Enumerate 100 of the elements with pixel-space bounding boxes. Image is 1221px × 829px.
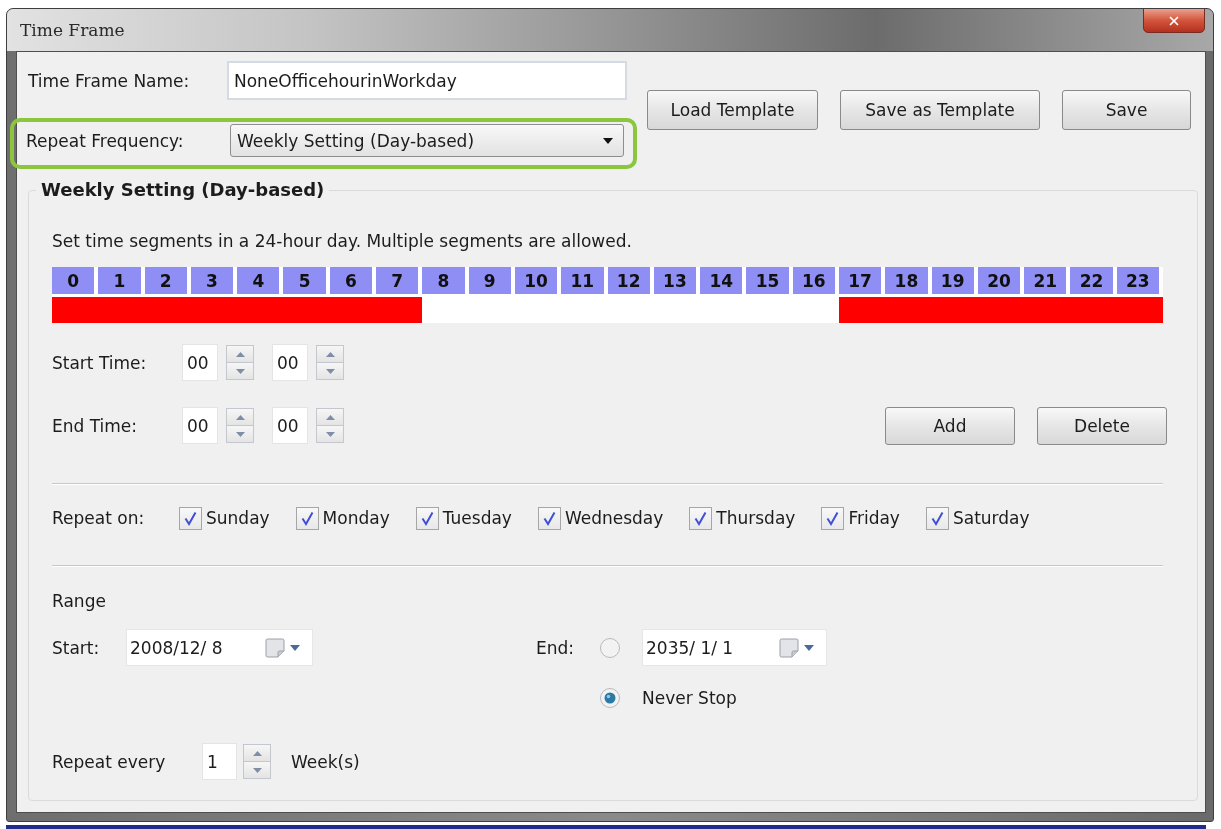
hour-label: 17 xyxy=(838,267,886,294)
hour-label: 23 xyxy=(1116,267,1163,294)
section-label: Range xyxy=(52,591,106,611)
caret-down-icon xyxy=(603,137,613,144)
up-triangle-icon xyxy=(235,351,245,357)
hour-label: 0 xyxy=(52,267,99,294)
field-label: Repeat every xyxy=(52,751,167,772)
hour-label: 8 xyxy=(422,267,469,294)
hour-label: 11 xyxy=(561,267,608,294)
spin-up-button[interactable] xyxy=(316,345,344,363)
day-label: Friday xyxy=(848,508,900,528)
interval-field[interactable]: 1 xyxy=(202,743,237,780)
hour-label: 19 xyxy=(931,267,978,294)
up-triangle-icon xyxy=(252,750,262,756)
spin-down-button[interactable] xyxy=(226,363,254,380)
hour-slot[interactable] xyxy=(376,294,423,323)
checkbox[interactable] xyxy=(925,506,949,530)
spin-up-button[interactable] xyxy=(316,408,344,426)
close-button[interactable] xyxy=(1143,9,1205,33)
caret-down-icon xyxy=(804,644,814,651)
down-triangle-icon xyxy=(325,368,335,374)
field-label: Repeat on: xyxy=(52,508,146,528)
hour-label: 10 xyxy=(514,267,562,294)
calendar-icon xyxy=(265,637,285,658)
hour-label: 3 xyxy=(190,267,238,294)
spin-down-button[interactable] xyxy=(243,762,271,779)
hour-field[interactable]: 00 xyxy=(182,407,218,444)
spin-down-button[interactable] xyxy=(316,426,344,443)
name-input[interactable]: NoneOfficehourinWorkday xyxy=(227,61,627,100)
hour-label: 13 xyxy=(653,267,701,294)
end-date-field[interactable]: 2035/ 1/ 1 xyxy=(642,629,827,666)
down-triangle-icon xyxy=(235,431,245,437)
spin-up-button[interactable] xyxy=(243,744,271,762)
window-title: Time Frame xyxy=(20,20,125,40)
checkbox[interactable] xyxy=(179,506,202,530)
toolbar-button[interactable]: Save as Template xyxy=(840,90,1040,130)
checkmark-icon xyxy=(825,510,841,526)
hour-label: 1 xyxy=(98,267,145,294)
day-label: Saturday xyxy=(952,508,1030,528)
up-triangle-icon xyxy=(325,351,335,357)
unit-label: Week(s) xyxy=(291,751,360,772)
field-label: Time Frame Name: xyxy=(28,70,191,91)
hour-slot[interactable] xyxy=(1116,294,1163,323)
checkmark-icon xyxy=(183,510,198,526)
minute-field[interactable]: 00 xyxy=(272,407,308,444)
hour-label: 15 xyxy=(746,267,793,294)
hour-label: 6 xyxy=(329,267,377,294)
radio-button[interactable] xyxy=(600,637,620,658)
start-date-field[interactable]: 2008/12/ 8 xyxy=(126,629,313,666)
radio-button[interactable] xyxy=(600,688,620,708)
checkmark-icon xyxy=(929,510,945,526)
up-triangle-icon xyxy=(235,414,245,420)
hour-label: 22 xyxy=(1070,267,1117,294)
checkbox[interactable] xyxy=(821,506,845,530)
checkmark-icon xyxy=(541,510,557,526)
down-triangle-icon xyxy=(235,368,245,374)
day-label: Wednesday xyxy=(564,508,664,528)
option-label: Never Stop xyxy=(642,688,737,708)
field-label: Repeat Frequency: xyxy=(26,130,185,151)
hour-slot[interactable] xyxy=(838,294,886,323)
segment-button[interactable]: Delete xyxy=(1037,406,1167,445)
up-triangle-icon xyxy=(325,414,335,420)
minute-field[interactable]: 00 xyxy=(272,344,308,381)
hour-label: 9 xyxy=(468,267,515,294)
day-label: Thursday xyxy=(716,508,796,528)
day-label: Tuesday xyxy=(442,508,512,528)
spin-up-button[interactable] xyxy=(226,408,254,426)
calendar-icon xyxy=(779,637,799,658)
down-triangle-icon xyxy=(252,767,262,773)
day-label: Monday xyxy=(322,508,390,528)
checkbox[interactable] xyxy=(537,506,561,530)
spin-up-button[interactable] xyxy=(226,345,254,363)
spin-down-button[interactable] xyxy=(316,363,344,380)
segment-button[interactable]: Add xyxy=(885,406,1015,445)
toolbar-button[interactable]: Save xyxy=(1062,90,1191,130)
hour-field[interactable]: 00 xyxy=(182,344,218,381)
checkbox[interactable] xyxy=(415,506,439,530)
group-title: Weekly Setting (Day-based) xyxy=(40,179,326,201)
checkbox[interactable] xyxy=(689,506,713,530)
field-label: Start Time: xyxy=(52,352,148,373)
checkmark-icon xyxy=(693,510,709,526)
hour-label: 18 xyxy=(885,267,932,294)
instruction-text: Set time segments in a 24-hour day. Multiple segments are allowed. xyxy=(52,231,633,251)
checkmark-icon xyxy=(299,510,315,526)
hour-label: 4 xyxy=(237,267,284,294)
spin-down-button[interactable] xyxy=(226,426,254,443)
checkbox[interactable] xyxy=(295,506,319,530)
hour-label: 7 xyxy=(376,267,423,294)
frequency-dropdown[interactable]: Weekly Setting (Day-based) xyxy=(230,124,624,157)
toolbar-button[interactable]: Load Template xyxy=(647,90,818,130)
day-label: Sunday xyxy=(206,508,270,528)
field-label: Start: xyxy=(52,637,101,658)
hour-label: 2 xyxy=(144,267,191,294)
down-triangle-icon xyxy=(325,431,335,437)
hour-label: 20 xyxy=(977,267,1025,294)
hour-label: 14 xyxy=(700,267,747,294)
hour-label: 12 xyxy=(607,267,654,294)
field-label: End: xyxy=(536,637,575,658)
hour-slot[interactable] xyxy=(52,294,99,323)
checkmark-icon xyxy=(419,510,435,526)
